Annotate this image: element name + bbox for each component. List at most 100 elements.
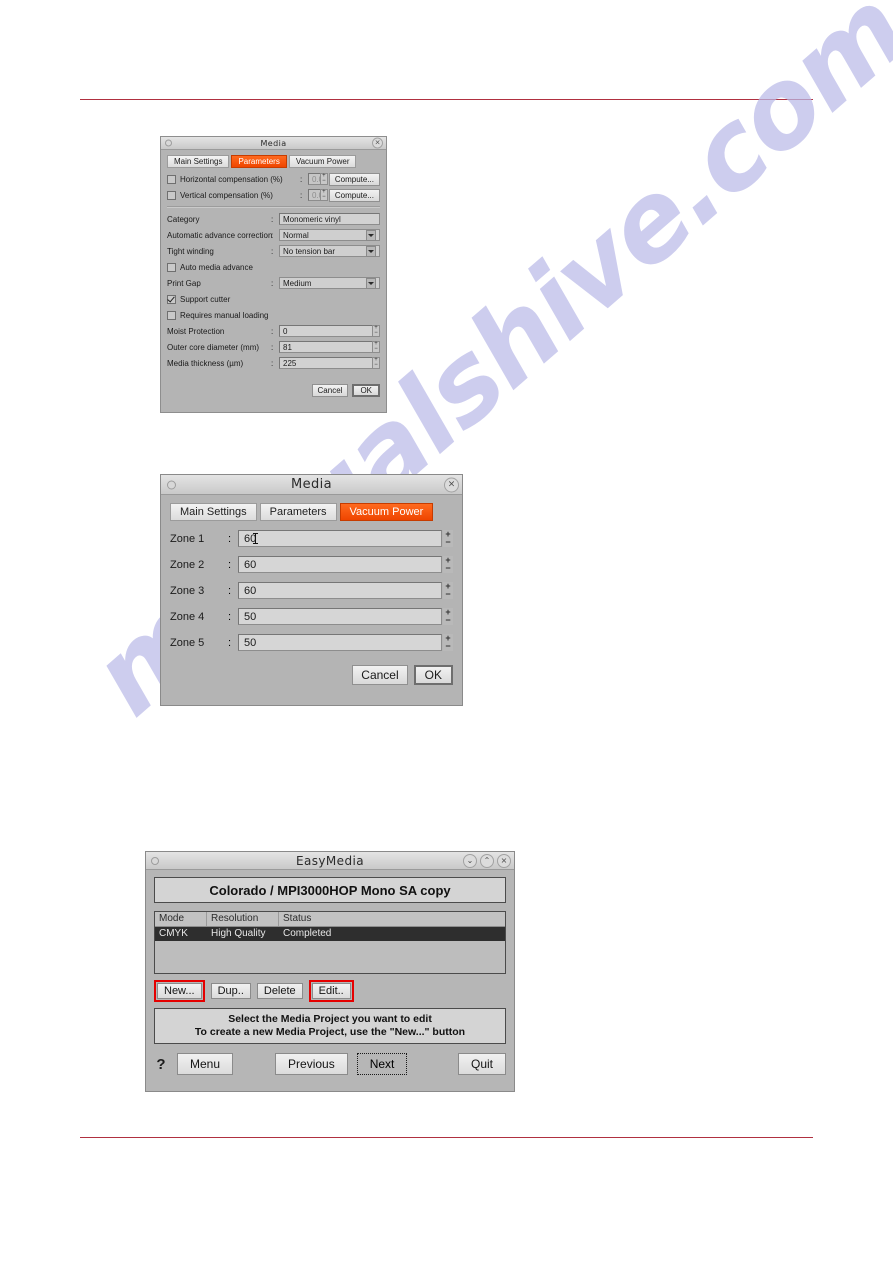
auto-media-advance-checkbox[interactable]	[167, 262, 176, 272]
zone-1-label: Zone 1	[170, 532, 205, 545]
window-title: Media	[290, 477, 333, 492]
tab-parameters[interactable]: Parameters	[259, 503, 337, 521]
outer-core-diameter-stepper[interactable]: + −	[372, 341, 380, 353]
new-button[interactable]: New...	[157, 982, 202, 999]
next-button[interactable]: Next	[356, 1053, 408, 1075]
requires-manual-loading-checkbox[interactable]	[167, 310, 176, 320]
ok-button[interactable]: OK	[352, 384, 380, 397]
print-gap-label: Print Gap	[167, 278, 201, 288]
outer-core-diameter-input[interactable]: 81	[279, 341, 373, 353]
tab-bar: Main Settings Parameters Vacuum Power	[167, 155, 380, 168]
zone-5-label: Zone 5	[170, 636, 205, 649]
moist-protection-stepper[interactable]: + −	[372, 325, 380, 337]
row-moist-protection: Moist Protection : 0 + −	[167, 324, 380, 338]
close-icon[interactable]: ×	[372, 137, 383, 149]
zone-4-stepper[interactable]: + −	[443, 607, 453, 625]
zone-1-stepper[interactable]: + −	[443, 529, 453, 547]
tab-vacuum-power[interactable]: Vacuum Power	[339, 503, 434, 521]
zone-2-input[interactable]: 60	[238, 556, 442, 573]
colon: :	[228, 610, 232, 623]
minimize-icon[interactable]: ⌄	[463, 853, 477, 868]
zone-4-input[interactable]: 50	[238, 608, 442, 625]
table-row[interactable]: CMYK High Quality Completed	[155, 927, 505, 941]
zone-3-stepper[interactable]: + −	[443, 581, 453, 599]
automatic-advance-correction-label: Automatic advance correction	[167, 230, 273, 240]
zone-5-input[interactable]: 50	[238, 634, 442, 651]
tight-winding-select[interactable]: No tension bar	[279, 245, 380, 257]
column-header-mode[interactable]: Mode	[155, 912, 207, 926]
tab-parameters[interactable]: Parameters	[231, 155, 287, 168]
cancel-button[interactable]: Cancel	[352, 665, 408, 685]
tab-main-settings[interactable]: Main Settings	[167, 155, 230, 168]
window-buttons: ⌄ ⌃ ×	[463, 853, 511, 868]
horizontal-compensation-stepper[interactable]: + −	[319, 173, 328, 185]
row-category: Category : Monomeric vinyl	[167, 212, 380, 226]
ok-button[interactable]: OK	[413, 665, 453, 685]
dialog-body: Main Settings Parameters Vacuum Power Zo…	[161, 495, 462, 694]
requires-manual-loading-label: Requires manual loading	[180, 310, 269, 320]
dialog-button-row: Cancel OK	[167, 384, 380, 397]
close-icon[interactable]: ×	[497, 853, 511, 868]
horizontal-compensation-checkbox[interactable]	[167, 174, 176, 184]
horizontal-compute-button[interactable]: Compute...	[328, 172, 380, 186]
window-menu-icon[interactable]	[165, 139, 172, 147]
vertical-compensation-checkbox[interactable]	[167, 190, 176, 200]
dup-button[interactable]: Dup..	[210, 982, 251, 999]
colon: :	[271, 358, 274, 368]
hint-panel: Select the Media Project you want to edi…	[154, 1008, 506, 1044]
window-title: Media	[260, 138, 287, 148]
automatic-advance-correction-value: Normal	[283, 230, 309, 240]
previous-button[interactable]: Previous	[275, 1053, 348, 1075]
cancel-button[interactable]: Cancel	[311, 384, 349, 397]
delete-button[interactable]: Delete	[256, 982, 303, 999]
tab-bar: Main Settings Parameters Vacuum Power	[170, 503, 453, 521]
row-media-thickness: Media thickness (µm) : 225 + −	[167, 356, 380, 370]
colon: :	[228, 558, 232, 571]
edit-button[interactable]: Edit..	[311, 982, 351, 999]
moist-protection-input[interactable]: 0	[279, 325, 373, 337]
zone-3-input[interactable]: 60	[238, 582, 442, 599]
column-header-status[interactable]: Status	[279, 912, 505, 926]
media-thickness-stepper[interactable]: + −	[372, 357, 380, 369]
hint-line-1: Select the Media Project you want to edi…	[228, 1013, 432, 1025]
menu-button[interactable]: Menu	[177, 1053, 234, 1075]
zone-5-stepper[interactable]: + −	[443, 633, 453, 651]
window-buttons: ×	[372, 137, 383, 149]
titlebar: EasyMedia ⌄ ⌃ ×	[146, 852, 514, 870]
window-menu-icon[interactable]	[167, 480, 176, 489]
zone-2-label: Zone 2	[170, 558, 205, 571]
quit-button[interactable]: Quit	[457, 1053, 506, 1075]
edit-button-highlight: Edit..	[308, 979, 354, 1002]
media-thickness-input[interactable]: 225	[279, 357, 373, 369]
colon: :	[300, 190, 303, 200]
chevron-down-icon	[366, 229, 376, 241]
moist-protection-label: Moist Protection	[167, 326, 225, 336]
help-icon[interactable]: ?	[154, 1056, 168, 1073]
text-caret	[253, 533, 259, 544]
support-cutter-checkbox[interactable]	[167, 294, 176, 304]
vertical-compensation-stepper[interactable]: + −	[319, 189, 328, 201]
colon: :	[271, 246, 274, 256]
print-gap-select[interactable]: Medium	[279, 277, 380, 289]
row-vertical-compensation: Vertical compensation (%) : 0.00 +− Comp…	[167, 188, 380, 202]
category-value[interactable]: Monomeric vinyl	[279, 213, 380, 225]
hint-line-2: To create a new Media Project, use the "…	[194, 1026, 466, 1038]
column-header-resolution[interactable]: Resolution	[207, 912, 279, 926]
zone-2-stepper[interactable]: + −	[443, 555, 453, 573]
row-zone-4: Zone 4 : 50 + −	[170, 607, 453, 625]
easymedia-window: EasyMedia ⌄ ⌃ × Colorado / MPI3000HOP Mo…	[145, 851, 515, 1092]
row-zone-1: Zone 1 : 60 + −	[170, 529, 453, 547]
zone-4-label: Zone 4	[170, 610, 205, 623]
window-menu-icon[interactable]	[151, 856, 159, 865]
colon: :	[228, 532, 232, 545]
maximize-icon[interactable]: ⌃	[480, 853, 494, 868]
tab-main-settings[interactable]: Main Settings	[170, 503, 257, 521]
new-button-highlight: New...	[154, 979, 205, 1002]
vertical-compute-button[interactable]: Compute...	[328, 188, 380, 202]
close-icon[interactable]: ×	[444, 477, 459, 492]
row-support-cutter: Support cutter	[167, 292, 380, 306]
zone-1-input[interactable]: 60	[238, 530, 442, 547]
tab-vacuum-power[interactable]: Vacuum Power	[288, 155, 357, 168]
media-project-table[interactable]: Mode Resolution Status CMYK High Quality…	[154, 911, 506, 974]
automatic-advance-correction-select[interactable]: Normal	[279, 229, 380, 241]
